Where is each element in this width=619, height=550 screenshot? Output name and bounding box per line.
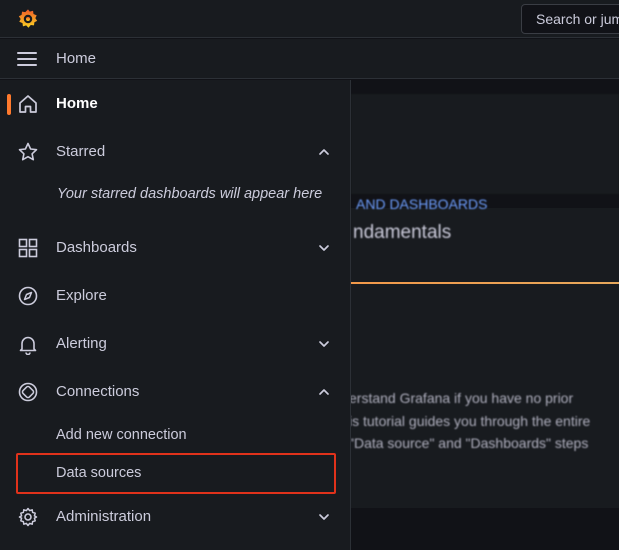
grafana-logo-icon[interactable] [17,8,39,30]
sidebar-item-alerting[interactable]: Alerting [0,323,350,363]
chevron-up-icon[interactable] [317,145,331,159]
bell-icon [19,336,37,355]
star-icon [18,142,38,161]
dashboards-grid-icon [18,238,38,258]
sidebar-item-explore[interactable]: Explore [0,275,350,315]
welcome-panel [351,94,619,194]
tutorial-text-line: is tutorial guides you through the entir… [351,413,591,429]
sidebar-item-label: Explore [56,286,107,304]
gear-icon [18,507,38,527]
sidebar-item-label: Home [56,94,98,112]
sidebar-subitem-add-new-connection[interactable]: Add new connection [56,427,187,443]
sidebar-item-home[interactable]: Home [0,83,350,123]
sidebar-item-label: Administration [56,507,152,525]
tutorial-text-line: "Data source" and "Dashboards" steps [351,435,589,451]
search-placeholder: Search or jump to... [536,11,619,27]
breadcrumb-bar: Home [0,39,619,79]
data-sources-highlight-box [16,453,336,494]
chevron-up-icon[interactable] [317,385,331,399]
chevron-down-icon[interactable] [317,510,331,524]
sidebar-item-connections[interactable]: Connections [0,371,350,411]
chevron-down-icon[interactable] [317,337,331,351]
search-input[interactable]: Search or jump to... [521,4,619,34]
sidebar-item-label: Starred [56,142,106,160]
home-icon [19,95,37,113]
top-bar: Search or jump to... [0,0,619,38]
sidebar-item-label: Dashboards [56,238,137,256]
sidebar-item-label: Alerting [56,334,107,352]
hamburger-menu-icon[interactable] [17,51,39,67]
tutorial-panel [351,208,619,508]
starred-empty-message: Your starred dashboards will appear here [57,186,323,202]
connections-icon [18,382,38,402]
compass-icon [18,286,38,306]
breadcrumb-home[interactable]: Home [56,50,96,67]
active-indicator [7,94,11,115]
tutorial-text-line: erstand Grafana if you have no prior [351,390,574,406]
sidebar-item-dashboards[interactable]: Dashboards [0,227,350,267]
sidebar-nav: Home Starred Your starred dashboards wil… [0,80,351,550]
chevron-down-icon[interactable] [317,241,331,255]
sidebar-item-starred[interactable]: Starred [0,131,350,171]
sidebar-item-administration[interactable]: Administration [0,496,350,536]
tutorial-title: ndamentals [353,222,452,243]
main-content: AND DASHBOARDS ndamentals erstand Grafan… [351,80,619,550]
panel-accent-line [351,282,619,284]
sidebar-item-label: Connections [56,382,140,400]
tutorial-kicker: AND DASHBOARDS [356,196,488,212]
